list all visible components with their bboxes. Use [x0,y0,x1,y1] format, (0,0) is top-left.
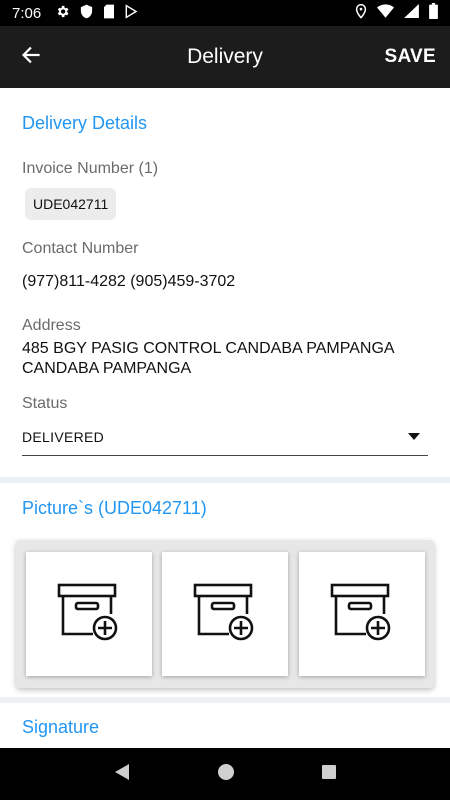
add-photo-slot-3[interactable] [299,552,425,676]
play-store-icon [125,3,138,23]
address-label: Address [22,317,81,334]
pictures-heading: Picture`s (UDE042711) [22,498,207,518]
nav-home-button[interactable] [217,763,235,786]
dropdown-arrow-icon [408,433,420,440]
add-photo-slot-1[interactable] [26,552,152,676]
invoice-chip[interactable]: UDE042711 [25,188,117,220]
status-dropdown[interactable]: DELIVERED [22,418,428,456]
delivery-details-heading: Delivery Details [22,113,148,133]
navigation-bar [0,748,450,800]
signature-heading: Signature [22,717,100,737]
location-icon [355,3,367,23]
delivery-form: Delivery Details Invoice Number (1) UDE0… [0,88,450,748]
shield-icon [80,4,93,23]
status-bar: 7:06 [0,0,450,26]
save-button[interactable]: SAVE [376,38,444,76]
app-bar: Delivery SAVE [0,26,450,88]
photo-slots [16,540,434,688]
contact-number-value: (977)811-4282 (905)459-3702 [22,273,236,290]
wifi-icon [377,4,394,22]
section-divider [0,697,450,703]
status-selected-value: DELIVERED [22,428,105,445]
nav-back-button[interactable] [113,763,131,786]
add-photo-icon [57,582,121,647]
address-line-2: CANDABA PAMPANGA [22,360,192,377]
settings-icon [55,4,70,23]
back-button[interactable] [0,26,62,88]
status-label: Status [22,395,68,412]
arrow-left-icon [21,45,41,70]
address-line-1: 485 BGY PASIG CONTROL CANDABA PAMPANGA [22,340,395,357]
contact-number-label: Contact Number [22,240,139,257]
invoice-number-label: Invoice Number (1) [22,160,159,177]
add-photo-icon [193,582,257,647]
battery-icon [429,3,438,23]
add-photo-icon [330,582,394,647]
signal-icon [404,4,419,22]
add-photo-slot-2[interactable] [162,552,288,676]
status-time: 7:06 [12,4,42,22]
section-divider [0,477,450,483]
nav-recents-button[interactable] [321,764,337,785]
sd-card-icon [103,4,115,23]
